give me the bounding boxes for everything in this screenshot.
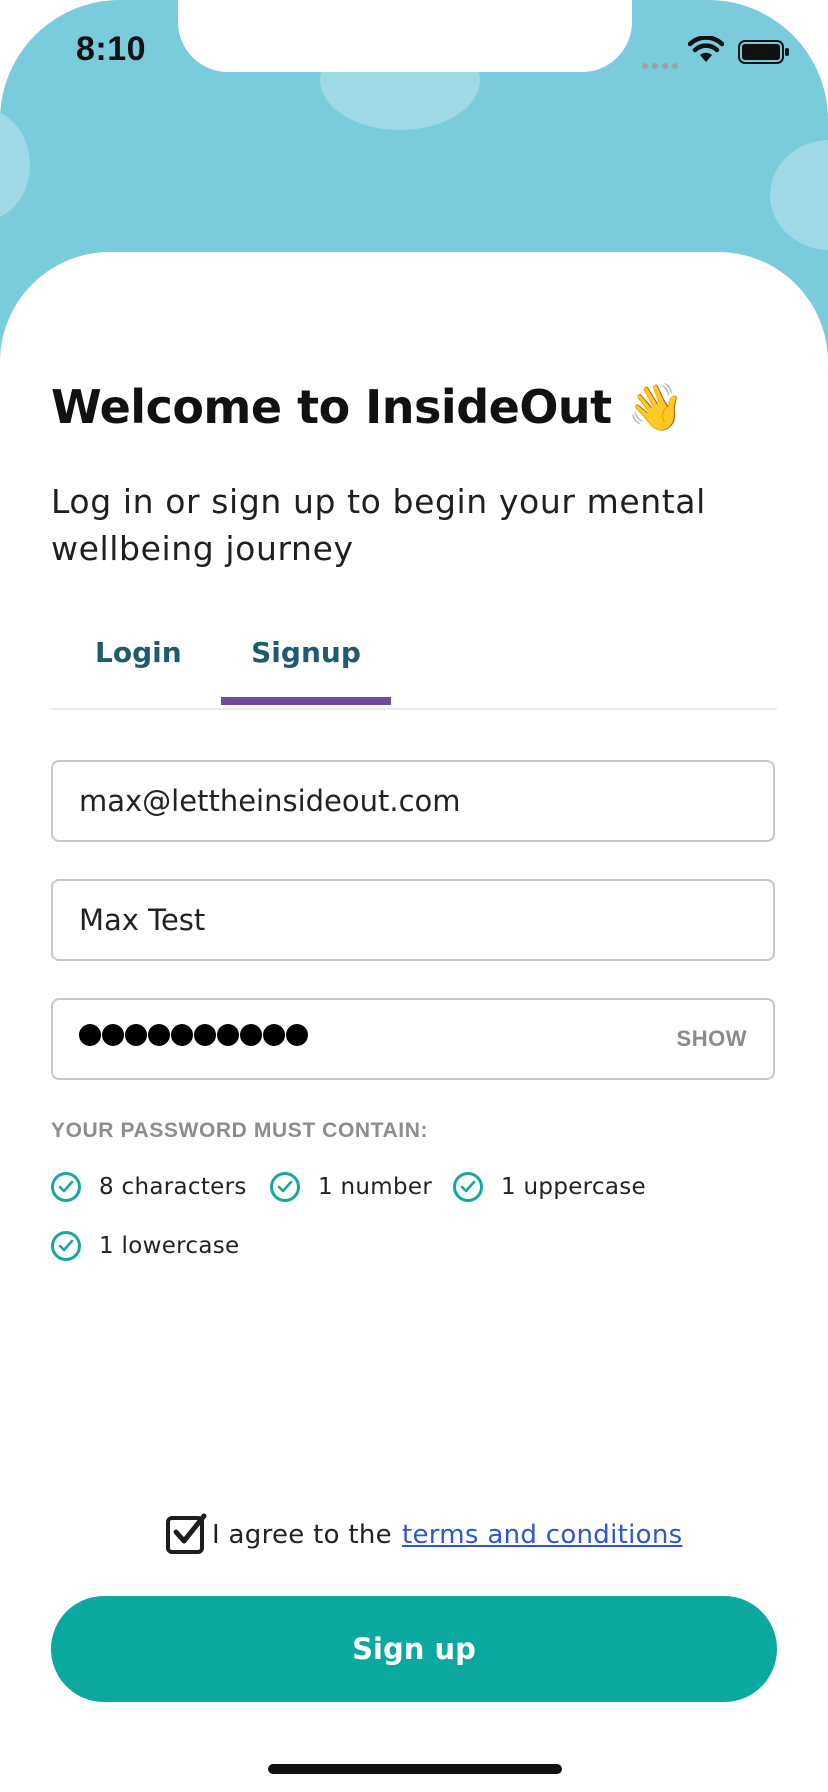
waving-hand-icon: 👋 bbox=[627, 380, 684, 434]
password-field[interactable]: SHOW bbox=[51, 998, 775, 1080]
page-title: Welcome to InsideOut 👋 bbox=[51, 380, 684, 435]
page-subtitle: Log in or sign up to begin your mental w… bbox=[51, 482, 706, 568]
password-dot bbox=[286, 1024, 308, 1046]
password-dot bbox=[194, 1024, 216, 1046]
password-dot bbox=[217, 1024, 239, 1046]
requirement-item: 8 characters bbox=[51, 1169, 247, 1205]
tab-login[interactable]: Login bbox=[95, 636, 182, 669]
check-circle-icon bbox=[51, 1231, 81, 1261]
requirement-label: 1 number bbox=[318, 1174, 433, 1200]
password-dot bbox=[263, 1024, 285, 1046]
name-input[interactable] bbox=[79, 881, 639, 959]
speech-bubble-decoration bbox=[770, 140, 828, 250]
requirement-item: 1 number bbox=[270, 1169, 432, 1205]
name-field[interactable] bbox=[51, 879, 775, 961]
email-field[interactable] bbox=[51, 760, 775, 842]
check-circle-icon bbox=[270, 1172, 300, 1202]
password-requirements-heading: YOUR PASSWORD MUST CONTAIN: bbox=[51, 1119, 429, 1142]
home-indicator bbox=[268, 1764, 562, 1774]
cellular-signal-icon bbox=[642, 56, 682, 74]
device-notch bbox=[178, 0, 632, 72]
password-masked-value[interactable] bbox=[79, 1024, 309, 1054]
tab-signup[interactable]: Signup bbox=[221, 636, 391, 706]
requirement-item: 1 lowercase bbox=[51, 1228, 240, 1264]
terms-and-conditions-link[interactable]: terms and conditions bbox=[402, 1520, 683, 1550]
requirement-label: 1 lowercase bbox=[99, 1233, 240, 1259]
agree-label: I agree to the bbox=[212, 1520, 392, 1550]
password-dot bbox=[148, 1024, 170, 1046]
password-dot bbox=[79, 1024, 101, 1046]
show-password-button[interactable]: SHOW bbox=[677, 1026, 747, 1052]
check-circle-icon bbox=[51, 1172, 81, 1202]
auth-tabs: Login Signup bbox=[51, 628, 777, 710]
wifi-icon bbox=[687, 35, 725, 69]
requirement-label: 1 uppercase bbox=[501, 1174, 646, 1200]
requirement-label: 8 characters bbox=[99, 1174, 247, 1200]
password-dot bbox=[102, 1024, 124, 1046]
active-tab-indicator bbox=[221, 697, 391, 705]
check-circle-icon bbox=[453, 1172, 483, 1202]
battery-icon bbox=[738, 40, 790, 69]
app-screen: 8:10 Welcome to InsideOut 👋 Log in or si… bbox=[0, 0, 828, 1792]
password-dot bbox=[171, 1024, 193, 1046]
password-dot bbox=[240, 1024, 262, 1046]
status-bar-time: 8:10 bbox=[76, 30, 147, 68]
title-text: Welcome to InsideOut bbox=[51, 380, 612, 434]
checkmark-icon bbox=[173, 1513, 207, 1544]
terms-agreement: I agree to the terms and conditions bbox=[166, 1512, 682, 1558]
agree-checkbox[interactable] bbox=[166, 1513, 207, 1554]
password-dot bbox=[125, 1024, 147, 1046]
sign-up-button[interactable]: Sign up bbox=[51, 1596, 777, 1702]
speech-bubble-decoration bbox=[0, 110, 30, 220]
email-input[interactable] bbox=[79, 762, 639, 840]
requirement-item: 1 uppercase bbox=[453, 1169, 646, 1205]
